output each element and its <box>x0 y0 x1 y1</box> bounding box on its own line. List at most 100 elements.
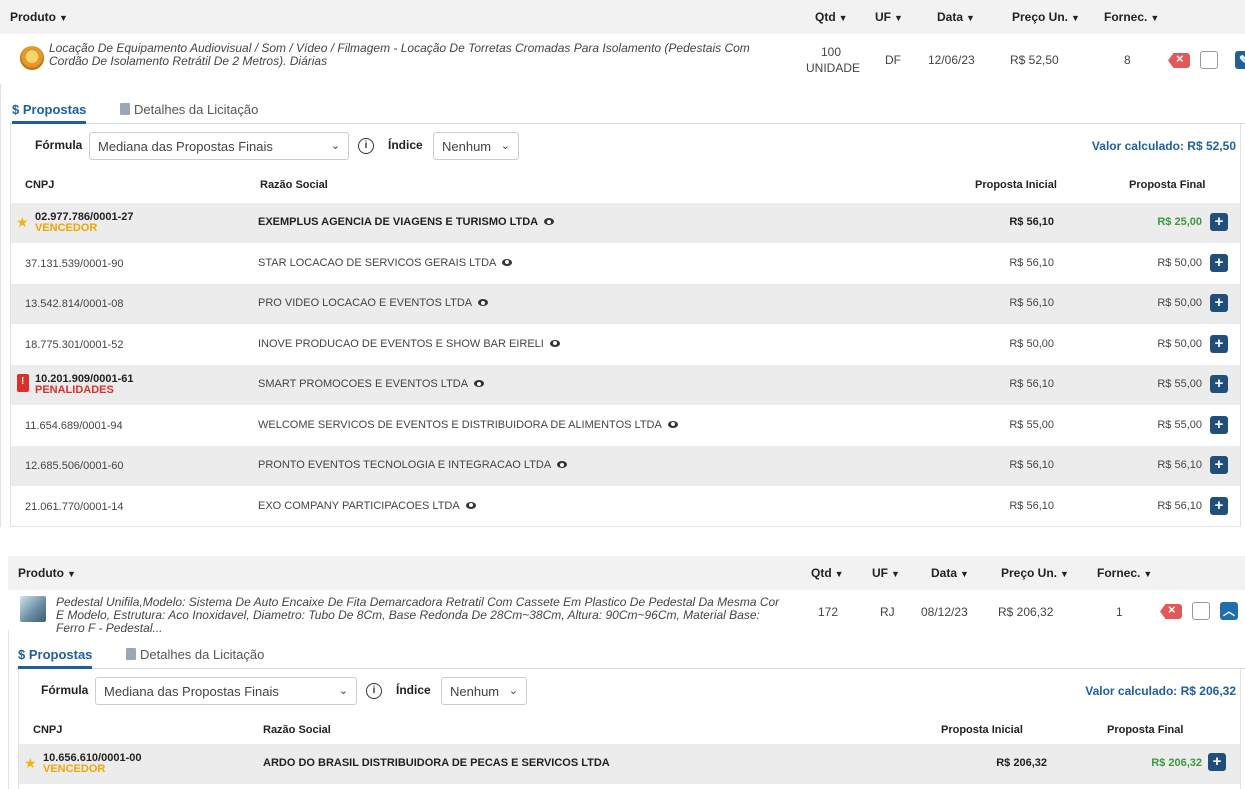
tab-detalhes[interactable]: Detalhes da Licitação <box>126 647 264 662</box>
add-button[interactable]: + <box>1208 753 1226 771</box>
tab-propostas[interactable]: $ Propostas <box>12 102 87 124</box>
col-fornec[interactable]: Fornec. ▼ <box>1104 10 1159 24</box>
remove-button[interactable] <box>1168 53 1190 68</box>
qtd-cell: 100 UNIDADE <box>806 44 860 76</box>
chevron-down-icon: ⌄ <box>500 140 510 152</box>
status-badge: VENCEDOR <box>43 763 106 775</box>
indice-label: Índice <box>388 138 423 152</box>
qtd-cell: 172 <box>818 605 839 619</box>
col-data[interactable]: Data ▼ <box>937 10 975 24</box>
caret-down-icon: ▼ <box>838 13 848 23</box>
proposta-final-cell: R$ 206,32 <box>1151 757 1202 769</box>
col-uf[interactable]: UF ▼ <box>872 566 900 580</box>
cnpj-cell: 12.685.506/0001-60 <box>25 460 124 472</box>
info-icon[interactable]: i <box>358 138 374 154</box>
propostas-content: Fórmula Mediana das Propostas Finais ⌄ i … <box>18 669 1241 789</box>
eye-icon[interactable] <box>502 258 513 266</box>
col-produto[interactable]: Produto ▼ <box>10 10 68 24</box>
proposta-final-cell: R$ 25,00 <box>1157 216 1202 228</box>
eye-icon[interactable] <box>544 218 555 225</box>
propostas-content: Fórmula Mediana das Propostas Finais ⌄ i … <box>10 124 1241 527</box>
indice-select-value: Nenhum <box>450 684 500 699</box>
col-data[interactable]: Data ▼ <box>931 566 969 580</box>
caret-down-icon: ▼ <box>1060 569 1069 579</box>
table-row: 18.775.301/0001-52 INOVE PRODUCAO DE EVEN… <box>11 325 1240 365</box>
collapse-button[interactable]: ︿ <box>1220 602 1238 620</box>
indice-select-value: Nenhum <box>442 139 492 154</box>
caret-down-icon: ▼ <box>894 13 903 23</box>
remove-button[interactable] <box>1160 604 1182 619</box>
add-button[interactable]: + <box>1210 253 1228 272</box>
proposta-inicial-cell: R$ 56,10 <box>1009 459 1054 471</box>
th-razao: Razão Social <box>263 724 331 736</box>
product-description: Locação De Equipamento Audiovisual / Som… <box>49 41 750 68</box>
chevron-down-icon: ⌄ <box>330 140 340 152</box>
date-cell: 12/06/23 <box>928 53 975 67</box>
tab-bar: $ Propostas Detalhes da Licitação <box>10 94 1245 124</box>
col-produto[interactable]: Produto ▼ <box>18 566 76 580</box>
formula-select[interactable]: Mediana das Propostas Finais ⌄ <box>95 677 357 705</box>
penalty-icon[interactable] <box>17 374 29 392</box>
proposta-final-cell: R$ 50,00 <box>1157 256 1202 269</box>
razao-social-cell: ARDO DO BRASIL DISTRIBUIDORA DE PECAS E … <box>263 757 610 769</box>
proposta-inicial-cell: R$ 206,32 <box>996 757 1047 769</box>
formula-select-value: Mediana das Propostas Finais <box>104 684 279 699</box>
table-row: 12.685.506/0001-60 PRONTO EVENTOS TECNOLO… <box>11 446 1240 486</box>
add-button[interactable]: + <box>1210 334 1228 353</box>
proposta-final-cell: R$ 55,00 <box>1157 418 1202 431</box>
proposta-final-cell: R$ 50,00 <box>1157 337 1202 350</box>
col-uf[interactable]: UF ▼ <box>875 10 903 24</box>
add-button[interactable]: + <box>1210 213 1228 231</box>
table-row: 11.654.689/0001-94 WELCOME SERVICOS DE EV… <box>11 406 1240 446</box>
select-checkbox[interactable] <box>1192 602 1210 620</box>
chevron-down-icon: ⌄ <box>508 685 518 697</box>
date-cell: 08/12/23 <box>921 605 968 619</box>
add-button[interactable]: + <box>1210 456 1228 474</box>
select-checkbox[interactable] <box>1200 51 1218 69</box>
col-preco[interactable]: Preço Un. ▼ <box>1012 10 1080 24</box>
add-button[interactable]: + <box>1210 415 1228 434</box>
star-icon: ★ <box>24 755 37 771</box>
eye-icon[interactable] <box>474 380 485 387</box>
razao-social-text: STAR LOCACAO DE SERVICOS GERAIS LTDA <box>258 256 497 269</box>
razao-social-text: EXEMPLUS AGENCIA DE VIAGENS E TURISMO LT… <box>258 216 539 228</box>
cnpj-cell: 18.775.301/0001-52 <box>25 338 124 351</box>
table-row: 37.131.539/0001-90 STAR LOCACAO DE SERVIC… <box>11 244 1240 284</box>
status-badge: PENALIDADES <box>35 384 114 396</box>
table-row: 13.542.814/0001-08 PRO VIDEO LOCACAO E EV… <box>11 284 1240 324</box>
formula-select[interactable]: Mediana das Propostas Finais ⌄ <box>89 132 349 160</box>
edit-button[interactable]: ✎ <box>1235 51 1245 69</box>
eye-icon[interactable] <box>557 461 568 468</box>
caret-down-icon: ▼ <box>891 569 900 579</box>
formula-bar: Fórmula Mediana das Propostas Finais ⌄ i … <box>11 124 1240 162</box>
chevron-down-icon: ⌄ <box>338 685 348 697</box>
tab-detalhes[interactable]: Detalhes da Licitação <box>120 102 258 117</box>
tab-detalhes-label: Detalhes da Licitação <box>134 102 259 117</box>
cnpj-cell: 21.061.770/0001-14 <box>25 500 124 513</box>
cnpj-cell: 11.654.689/0001-94 <box>25 419 123 432</box>
add-button[interactable]: + <box>1210 294 1228 312</box>
col-qtd[interactable]: Qtd ▼ <box>811 566 844 580</box>
product-thumbnail <box>20 596 46 622</box>
add-button[interactable]: + <box>1210 496 1228 515</box>
eye-icon[interactable] <box>465 501 476 509</box>
razao-social-cell: WELCOME SERVICOS DE EVENTOS E DISTRIBUID… <box>258 419 678 431</box>
razao-social-text: EXO COMPANY PARTICIPACOES LTDA <box>258 499 460 512</box>
razao-social-text: ARDO DO BRASIL DISTRIBUIDORA DE PECAS E … <box>263 757 610 769</box>
tab-propostas[interactable]: $ Propostas <box>18 647 93 669</box>
document-icon <box>126 648 136 660</box>
col-fornec[interactable]: Fornec. ▼ <box>1097 566 1152 580</box>
eye-icon[interactable] <box>478 299 489 306</box>
col-preco[interactable]: Preço Un. ▼ <box>1001 566 1069 580</box>
product-row: Locação De Equipamento Audiovisual / Som… <box>0 34 1245 84</box>
info-icon[interactable]: i <box>366 683 382 699</box>
caret-down-icon: ▼ <box>1143 569 1153 579</box>
eye-icon[interactable] <box>549 339 560 347</box>
indice-select[interactable]: Nenhum ⌄ <box>433 132 519 160</box>
razao-social-cell: PRO VIDEO LOCACAO E EVENTOS LTDA <box>258 297 489 309</box>
col-qtd[interactable]: Qtd ▼ <box>815 10 848 24</box>
eye-icon[interactable] <box>667 420 678 428</box>
th-cnpj: CNPJ <box>33 724 63 736</box>
add-button[interactable]: + <box>1210 375 1228 393</box>
indice-select[interactable]: Nenhum ⌄ <box>441 677 527 705</box>
